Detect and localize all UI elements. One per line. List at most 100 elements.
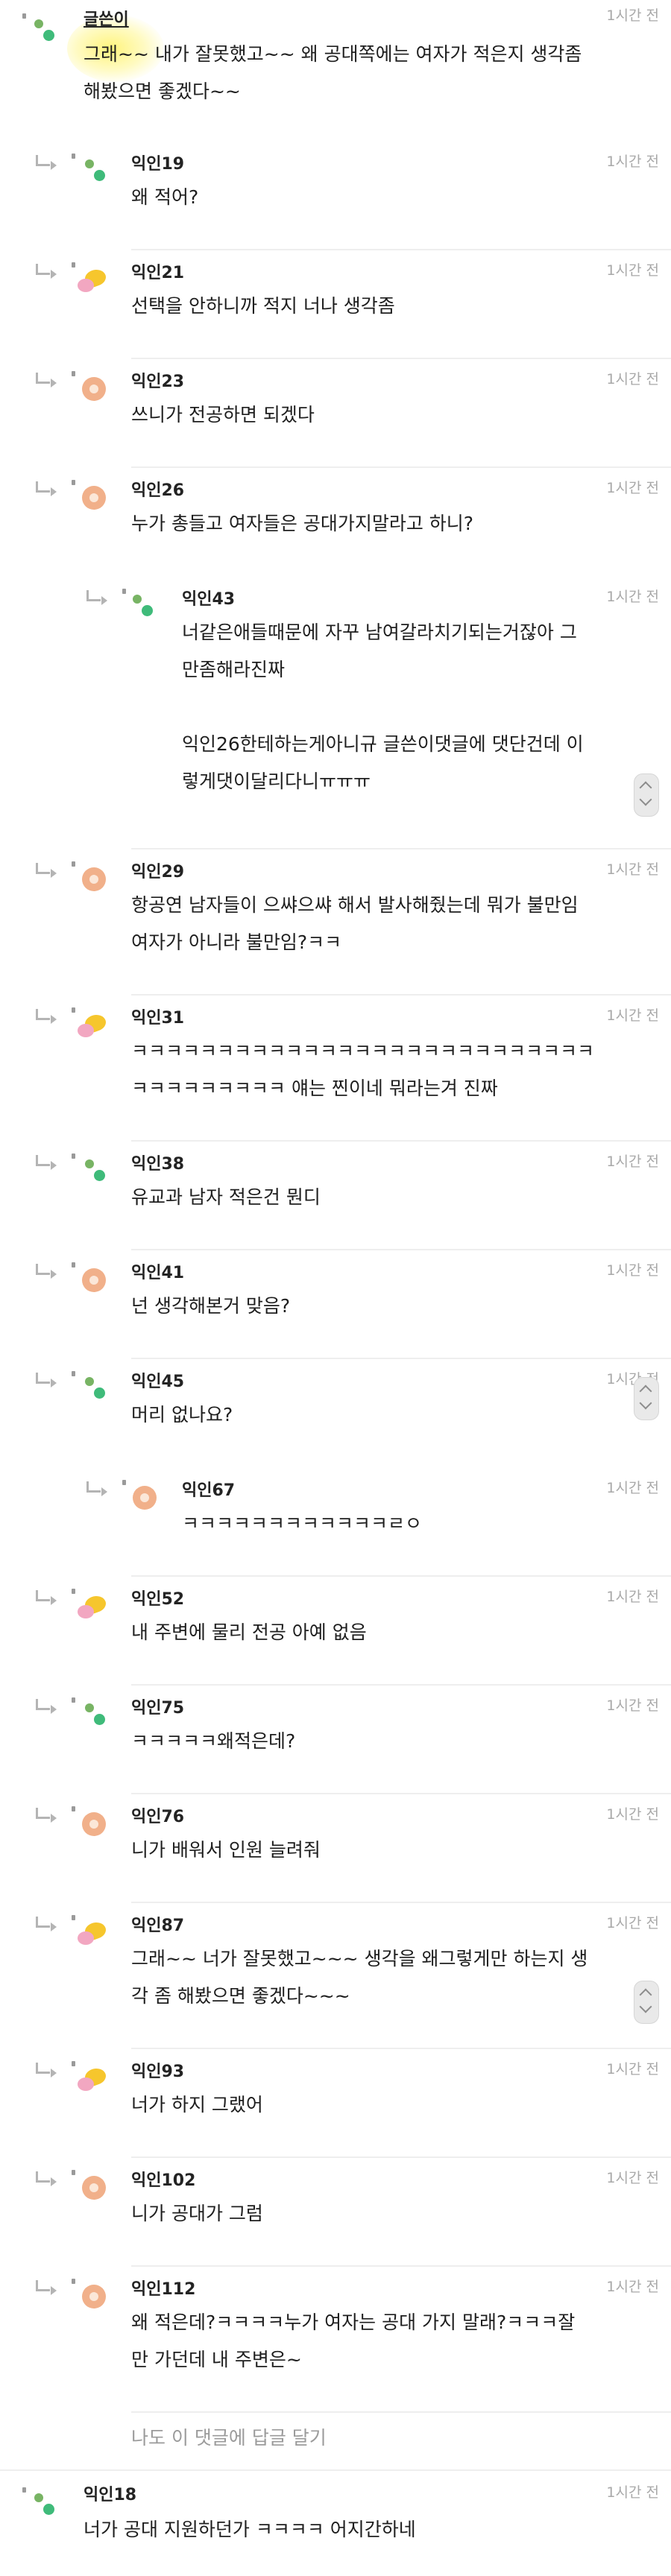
- expand-dot-icon[interactable]: [72, 861, 75, 867]
- comment-line: 항공연 남자들이 으쌰으쌰 해서 발사해줬는데 뭐가 불만임: [131, 894, 579, 916]
- author-name: 익인67: [182, 1481, 236, 1500]
- avatar: [78, 1914, 108, 1945]
- expand-dot-icon[interactable]: [72, 154, 75, 159]
- comment-body: 쓰니가 전공하면 되겠다: [131, 396, 315, 434]
- comment-item[interactable]: 익인26 1시간 전 누가 총들고 여자들은 공대가지말라고 하니?: [0, 468, 671, 577]
- divider: [131, 2411, 671, 2413]
- expand-dot-icon[interactable]: [122, 589, 126, 594]
- comment-line: 넌 생각해본거 맞음?: [131, 1295, 291, 1317]
- timestamp: 1시간 전: [606, 589, 659, 605]
- avatar: [81, 152, 106, 182]
- author-name: 익인45: [131, 1373, 185, 1391]
- avatar: [130, 1478, 157, 1510]
- expand-dot-icon[interactable]: [72, 480, 75, 485]
- comment-item[interactable]: 익인31 1시간 전 ㅋㅋㅋㅋㅋㅋㅋㅋㅋㅋㅋㅋㅋㅋㅋㅋㅋㅋㅋㅋㅋㅋㅋㅋㅋㅋㅋ ㅋ…: [0, 996, 671, 1142]
- avatar: [79, 478, 106, 510]
- comment-body: 항공연 남자들이 으쌰으쌰 해서 발사해줬는데 뭐가 불만임 여자가 아니라 불…: [131, 887, 579, 961]
- comment-item[interactable]: 익인87 1시간 전 그래~~ 너가 잘못했고~~~ 생각을 왜그렇게만 하는지…: [0, 1903, 671, 2049]
- comment-body: 너가 공대 지원하던가 ㅋㅋㅋㅋ 어지간하네: [84, 2511, 416, 2548]
- reply-arrow-icon: [36, 1264, 57, 1279]
- comment-item[interactable]: 익인76 1시간 전 니가 배워서 인원 늘려줘: [0, 1794, 671, 1903]
- timestamp: 1시간 전: [606, 1480, 659, 1496]
- timestamp: 1시간 전: [606, 1915, 659, 1931]
- comment-item[interactable]: 익인43 1시간 전 너같은애들때문에 자꾸 남여갈라치기되는거잖아 그 만좀해…: [0, 577, 671, 849]
- comment-line: ㅋㅋㅋㅋㅋㅋㅋㅋㅋㅋㅋㅋㅋㅋㅋㅋㅋㅋㅋㅋㅋㅋㅋㅋㅋㅋㅋ: [131, 1040, 595, 1062]
- reply-arrow-icon: [36, 155, 57, 170]
- expand-dot-icon[interactable]: [22, 2487, 26, 2493]
- comment-line: ㅋㅋㅋㅋㅋㅋㅋㅋㅋㅋㅋㅋㄹㅇ: [182, 1513, 423, 1534]
- avatar: [79, 2168, 106, 2200]
- comment-line: ㅋㅋㅋㅋㅋㅋㅋㅋㅋ 얘는 찐이네 뭐라는겨 진짜: [131, 1077, 498, 1099]
- avatar: [79, 1805, 106, 1836]
- expand-dot-icon[interactable]: [72, 1589, 75, 1594]
- comment-line: 그래~~ 너가 잘못했고~~~ 생각을 왜그렇게만 하는지 생: [131, 1948, 588, 1969]
- comment-item[interactable]: 익인19 1시간 전 왜 적어?: [0, 142, 671, 250]
- comment-line: 왜 적은데?ㅋㅋㅋㅋ누가 여자는 공대 가지 말래?ㅋㅋㅋ잘: [131, 2311, 576, 2333]
- timestamp: 1시간 전: [606, 1697, 659, 1714]
- reply-arrow-icon: [36, 1009, 57, 1024]
- author-name: 익인26: [131, 481, 185, 500]
- comment-item[interactable]: 익인102 1시간 전 니가 공대가 그럼: [0, 2158, 671, 2267]
- scroll-toggle-icon[interactable]: [634, 1981, 659, 2024]
- expand-dot-icon[interactable]: [72, 1262, 75, 1268]
- author-name: 익인112: [131, 2280, 196, 2299]
- comment-line: 만 가던데 내 주변은~: [131, 2349, 302, 2370]
- author-name: 익인23: [131, 373, 185, 391]
- timestamp: 1시간 전: [606, 371, 659, 387]
- comment-item[interactable]: 익인75 1시간 전 ㅋㅋㅋㅋㅋ왜적은데?: [0, 1686, 671, 1794]
- expand-dot-icon[interactable]: [72, 2170, 75, 2175]
- author-name: 익인76: [131, 1808, 185, 1826]
- comment-body: 누가 총들고 여자들은 공대가지말라고 하니?: [131, 505, 473, 542]
- expand-dot-icon[interactable]: [72, 1806, 75, 1811]
- expand-dot-icon[interactable]: [22, 13, 26, 19]
- avatar: [79, 1261, 106, 1292]
- comment-item[interactable]: 익인93 1시간 전 너가 하지 그랬어: [0, 2049, 671, 2158]
- comment-item[interactable]: 익인41 1시간 전 넌 생각해본거 맞음?: [0, 1250, 671, 1359]
- expand-dot-icon[interactable]: [72, 1153, 75, 1159]
- comment-line: 익인26한테하는게아니규 글쓴이댓글에 댓단건데 이: [182, 733, 584, 755]
- timestamp: 1시간 전: [606, 1262, 659, 1279]
- comment-body: 그래~~ 내가 잘못했고~~ 왜 공대쪽에는 여자가 적은지 생각좀 해봤으면 …: [84, 36, 582, 110]
- expand-dot-icon[interactable]: [72, 2279, 75, 2284]
- avatar: [78, 2060, 108, 2091]
- timestamp: 1시간 전: [606, 2484, 659, 2501]
- comment-item[interactable]: 글쓴이 1시간 전 그래~~ 내가 잘못했고~~ 왜 공대쪽에는 여자가 적은지…: [0, 0, 671, 142]
- comment-item[interactable]: 익인52 1시간 전 내 주변에 물리 전공 아예 없음: [0, 1577, 671, 1686]
- comment-item[interactable]: 익인67 1시간 전 ㅋㅋㅋㅋㅋㅋㅋㅋㅋㅋㅋㅋㄹㅇ: [0, 1468, 671, 1577]
- comment-line: 쓰니가 전공하면 되겠다: [131, 404, 315, 425]
- scroll-toggle-icon[interactable]: [634, 1377, 659, 1420]
- expand-dot-icon[interactable]: [72, 1697, 75, 1703]
- comment-line: 선택을 안하니까 적지 너나 생각좀: [131, 295, 395, 317]
- reply-arrow-icon: [36, 373, 57, 387]
- expand-dot-icon[interactable]: [72, 371, 75, 376]
- timestamp: 1시간 전: [606, 1589, 659, 1605]
- expand-dot-icon[interactable]: [72, 1007, 75, 1013]
- comment-line: 내 주변에 물리 전공 아예 없음: [131, 1621, 367, 1643]
- comment-line: ㅋㅋㅋㅋㅋ왜적은데?: [131, 1730, 296, 1752]
- expand-dot-icon[interactable]: [72, 1371, 75, 1376]
- comment-item[interactable]: 익인45 1시간 전 머리 없나요?: [0, 1359, 671, 1468]
- author-name: 익인102: [131, 2171, 196, 2190]
- comment-item[interactable]: 익인18 1시간 전 너가 공대 지원하던가 ㅋㅋㅋㅋ 어지간하네: [0, 2471, 671, 2576]
- author-name: 익인29: [131, 863, 185, 882]
- comment-line: 유교과 남자 적은건 뭔디: [131, 1186, 321, 1208]
- comment-line: 렇게댓이달리다니ㅠㅠㅠ: [182, 770, 371, 792]
- comment-item[interactable]: 익인23 1시간 전 쓰니가 전공하면 되겠다: [0, 359, 671, 468]
- expand-dot-icon[interactable]: [72, 2061, 75, 2066]
- expand-dot-icon[interactable]: [72, 1915, 75, 1920]
- author-name: 익인52: [131, 1590, 185, 1609]
- comment-item[interactable]: 익인29 1시간 전 항공연 남자들이 으쌰으쌰 해서 발사해줬는데 뭐가 불만…: [0, 849, 671, 996]
- comment-body: 니가 공대가 그럼: [131, 2195, 263, 2232]
- timestamp: 1시간 전: [606, 2279, 659, 2295]
- comment-body: 왜 적어?: [131, 179, 198, 216]
- reply-arrow-icon: [36, 1699, 57, 1714]
- comment-item[interactable]: 익인112 1시간 전 왜 적은데?ㅋㅋㅋㅋ누가 여자는 공대 가지 말래?ㅋㅋ…: [0, 2267, 671, 2413]
- reply-to-comment-link[interactable]: 나도 이 댓글에 답글 달기: [131, 2423, 327, 2450]
- scroll-toggle-icon[interactable]: [634, 773, 659, 817]
- comment-item[interactable]: 익인38 1시간 전 유교과 남자 적은건 뭔디: [0, 1142, 671, 1250]
- expand-dot-icon[interactable]: [122, 1480, 126, 1485]
- comment-item[interactable]: 익인21 1시간 전 선택을 안하니까 적지 너나 생각좀: [0, 250, 671, 359]
- timestamp: 1시간 전: [606, 480, 659, 496]
- expand-dot-icon[interactable]: [72, 262, 75, 268]
- timestamp: 1시간 전: [606, 2170, 659, 2186]
